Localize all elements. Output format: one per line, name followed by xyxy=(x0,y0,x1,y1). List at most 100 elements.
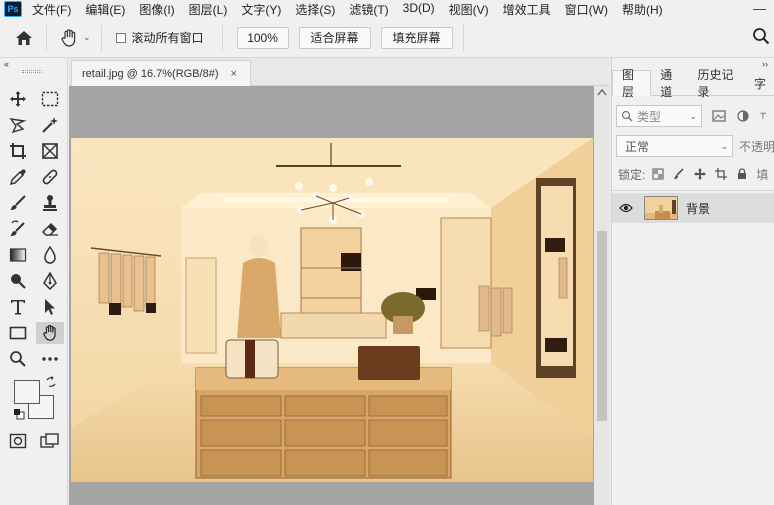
lock-artboard-icon[interactable] xyxy=(714,168,727,180)
type-filter-icon[interactable] xyxy=(760,110,768,122)
dodge-tool[interactable] xyxy=(4,270,32,292)
type-icon xyxy=(11,300,25,315)
magic-wand-tool[interactable] xyxy=(36,114,64,136)
lasso-tool[interactable] xyxy=(4,114,32,136)
brush-tool[interactable] xyxy=(4,192,32,214)
lock-position-icon[interactable] xyxy=(693,168,706,180)
document-tab-title: retail.jpg @ 16.7%(RGB/8#) xyxy=(82,67,219,80)
quick-mask-tool[interactable] xyxy=(4,430,32,452)
pen-tool[interactable] xyxy=(36,270,64,292)
tab-layers[interactable]: 图层 xyxy=(612,68,652,99)
menu-bar: Ps 文件(F) 编辑(E) 图像(I) 图层(L) 文字(Y) 选择(S) 滤… xyxy=(0,0,774,18)
rectangle-tool[interactable] xyxy=(4,322,32,344)
menu-select[interactable]: 选择(S) xyxy=(295,1,335,18)
path-select-icon xyxy=(45,299,55,315)
scroll-all-windows-checkbox[interactable]: 滚动所有窗口 xyxy=(115,29,204,46)
frame-tool[interactable] xyxy=(36,140,64,162)
layer-row[interactable]: 背景 xyxy=(612,193,774,223)
tools-panel: ‹‹ xyxy=(0,58,68,505)
document-image xyxy=(71,138,593,482)
collapse-panels-button[interactable]: ›› xyxy=(762,59,768,69)
tool-preset-picker[interactable]: ⌄ xyxy=(59,28,91,48)
zoom-100-button[interactable]: 100% xyxy=(236,26,289,49)
more-tools[interactable] xyxy=(36,348,64,370)
swap-colors-button[interactable] xyxy=(45,376,57,391)
eraser-tool[interactable] xyxy=(36,218,64,240)
tab-channels[interactable]: 通道 xyxy=(651,68,688,99)
scroll-up-icon[interactable] xyxy=(597,88,607,96)
magic-wand-icon xyxy=(42,117,58,133)
fit-screen-button[interactable]: 适合屏幕 xyxy=(298,26,371,49)
menu-image[interactable]: 图像(I) xyxy=(139,1,174,18)
more-icon xyxy=(42,357,58,361)
blur-tool[interactable] xyxy=(36,244,64,266)
screen-mode-icon xyxy=(40,433,59,448)
path-select-tool[interactable] xyxy=(36,296,64,318)
menu-view[interactable]: 视图(V) xyxy=(449,1,489,18)
default-colors-button[interactable] xyxy=(13,408,25,423)
fill-screen-button[interactable]: 填充屏幕 xyxy=(380,26,453,49)
collapse-toolbar-button[interactable]: ‹‹ xyxy=(4,59,9,69)
layer-filter-select[interactable]: 类型 ⌄ xyxy=(616,105,702,127)
hand-icon xyxy=(61,28,76,47)
rect-marquee-icon xyxy=(41,91,59,107)
tab-character[interactable]: 字 xyxy=(745,70,774,96)
screen-mode-tool[interactable] xyxy=(36,430,64,452)
healing-brush-tool[interactable] xyxy=(36,166,64,188)
lock-label: 锁定: xyxy=(618,167,646,182)
visibility-eye-icon[interactable] xyxy=(612,203,640,213)
quick-mask-icon xyxy=(9,433,27,449)
opacity-label: 不透明 xyxy=(738,139,774,154)
blur-icon xyxy=(44,246,56,264)
home-button[interactable] xyxy=(14,28,34,48)
menu-plugins[interactable]: 增效工具 xyxy=(503,1,551,18)
eyedropper-tool[interactable] xyxy=(4,166,32,188)
divider xyxy=(46,24,47,51)
minimize-button[interactable]: — xyxy=(753,1,766,16)
layer-name: 背景 xyxy=(686,201,711,216)
blend-mode-select[interactable]: 正常 ⌄ xyxy=(616,135,733,157)
fill-label: 填 xyxy=(756,167,769,182)
menu-help[interactable]: 帮助(H) xyxy=(622,1,663,18)
layer-filter-row: 类型 ⌄ xyxy=(616,104,774,128)
type-tool[interactable] xyxy=(4,296,32,318)
search-button[interactable] xyxy=(752,27,770,48)
lock-pixels-icon[interactable] xyxy=(672,168,685,180)
close-icon[interactable]: × xyxy=(231,68,237,80)
foreground-color-swatch[interactable] xyxy=(14,380,40,404)
menu-3d[interactable]: 3D(D) xyxy=(403,1,435,18)
menu-type[interactable]: 文字(Y) xyxy=(241,1,281,18)
document-tab[interactable]: retail.jpg @ 16.7%(RGB/8#) × xyxy=(71,60,251,86)
scroll-all-windows-label: 滚动所有窗口 xyxy=(131,31,204,45)
swap-colors-icon xyxy=(46,376,56,387)
document-tab-bar: retail.jpg @ 16.7%(RGB/8#) × xyxy=(69,58,610,86)
toolbar-grip[interactable] xyxy=(22,70,42,73)
crop-tool[interactable] xyxy=(4,140,32,162)
hand-tool[interactable] xyxy=(36,322,64,344)
zoom-tool[interactable] xyxy=(4,348,32,370)
checkbox-box[interactable] xyxy=(115,32,126,43)
image-filter-icon[interactable] xyxy=(712,110,726,122)
divider xyxy=(100,24,102,51)
adjustment-filter-icon[interactable] xyxy=(736,110,750,122)
lock-all-icon[interactable] xyxy=(735,168,748,180)
blend-mode-value: 正常 xyxy=(625,139,650,154)
menu-filter[interactable]: 滤镜(T) xyxy=(349,1,388,18)
scrollbar-thumb[interactable] xyxy=(597,231,607,421)
gradient-tool[interactable] xyxy=(4,244,32,266)
photoshop-logo: Ps xyxy=(4,1,22,17)
lock-transparent-icon[interactable] xyxy=(651,168,664,180)
menu-file[interactable]: 文件(F) xyxy=(32,1,71,18)
tab-history[interactable]: 历史记录 xyxy=(689,68,745,99)
stamp-tool[interactable] xyxy=(36,192,64,214)
rect-marquee-tool[interactable] xyxy=(36,88,64,110)
lock-row: 锁定: 填 xyxy=(618,164,774,184)
menu-layer[interactable]: 图层(L) xyxy=(189,1,228,18)
history-brush-tool[interactable] xyxy=(4,218,32,240)
menu-edit[interactable]: 编辑(E) xyxy=(85,1,125,18)
divider xyxy=(221,24,223,51)
move-tool[interactable] xyxy=(4,88,32,110)
canvas-area[interactable] xyxy=(69,86,594,505)
vertical-scrollbar[interactable] xyxy=(594,86,610,505)
menu-window[interactable]: 窗口(W) xyxy=(565,1,608,18)
